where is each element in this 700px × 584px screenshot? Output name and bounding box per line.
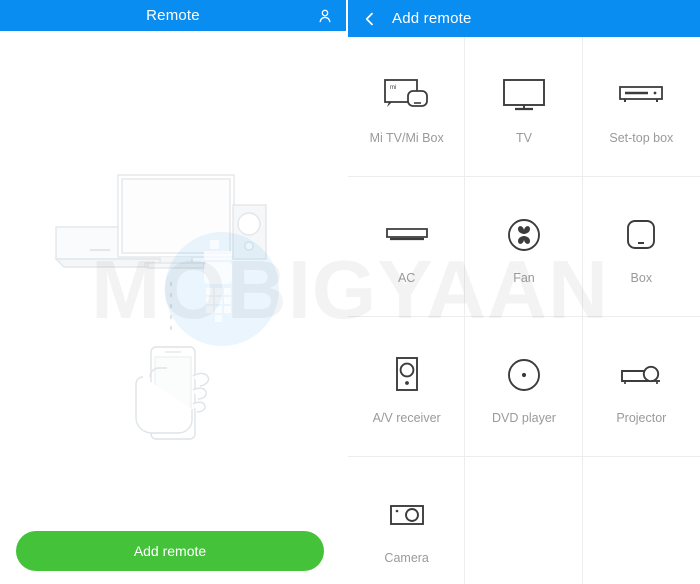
- tv-icon: [502, 69, 546, 121]
- mi-tv-box-icon: mi: [383, 69, 431, 121]
- device-label: DVD player: [492, 411, 556, 425]
- add-remote-header: Add remote: [348, 0, 700, 37]
- projector-icon: [619, 349, 663, 401]
- add-remote-title: Add remote: [392, 10, 472, 27]
- person-icon[interactable]: [316, 7, 334, 25]
- page-title: Remote: [146, 7, 200, 24]
- device-cell-box[interactable]: Box: [582, 177, 700, 317]
- device-cell-mi-tv-mi-box[interactable]: mi Mi TV/Mi Box: [348, 37, 466, 177]
- device-cell-dvd-player[interactable]: DVD player: [465, 317, 583, 457]
- device-label: Projector: [616, 411, 667, 425]
- device-cell-projector[interactable]: Projector: [582, 317, 700, 457]
- remote-header: Remote: [0, 0, 346, 31]
- fan-icon: [507, 209, 541, 261]
- device-cell-empty-2: [583, 457, 700, 584]
- remote-body: Add remote: [0, 31, 346, 584]
- add-remote-panel: Add remote mi Mi TV/Mi Box TV Set-top bo…: [348, 0, 700, 584]
- dvd-player-icon: [507, 349, 541, 401]
- set-top-box-icon: [618, 69, 664, 121]
- device-label: Set-top box: [609, 131, 674, 145]
- device-label: Mi TV/Mi Box: [369, 131, 444, 145]
- device-cell-camera[interactable]: Camera: [348, 457, 466, 584]
- device-label: Camera: [384, 551, 429, 565]
- device-label: TV: [516, 131, 532, 145]
- device-label: Fan: [513, 271, 535, 285]
- device-cell-fan[interactable]: Fan: [465, 177, 583, 317]
- air-conditioner-icon: [384, 209, 430, 261]
- device-cell-set-top-box[interactable]: Set-top box: [582, 37, 700, 177]
- chevron-left-icon[interactable]: [362, 11, 378, 27]
- tv-setup-illustration: [54, 174, 267, 440]
- add-remote-button[interactable]: Add remote: [16, 531, 324, 571]
- svg-text:mi: mi: [390, 85, 396, 91]
- device-cell-empty-1: [465, 457, 583, 584]
- box-icon: [626, 209, 656, 261]
- device-cell-av-receiver[interactable]: A/V receiver: [348, 317, 466, 457]
- device-cell-ac[interactable]: AC: [348, 177, 466, 317]
- device-cell-tv[interactable]: TV: [465, 37, 583, 177]
- av-receiver-icon: [394, 349, 420, 401]
- camera-icon: [389, 489, 425, 541]
- device-type-grid: mi Mi TV/Mi Box TV Set-top box AC Fan Bo…: [348, 37, 700, 584]
- device-label: A/V receiver: [372, 411, 441, 425]
- device-label: AC: [397, 271, 416, 285]
- device-label: Box: [630, 271, 653, 285]
- remote-panel: Remote Add remote: [0, 0, 346, 584]
- app-root: Remote Add remote Add remote mi Mi TV/Mi…: [0, 0, 700, 584]
